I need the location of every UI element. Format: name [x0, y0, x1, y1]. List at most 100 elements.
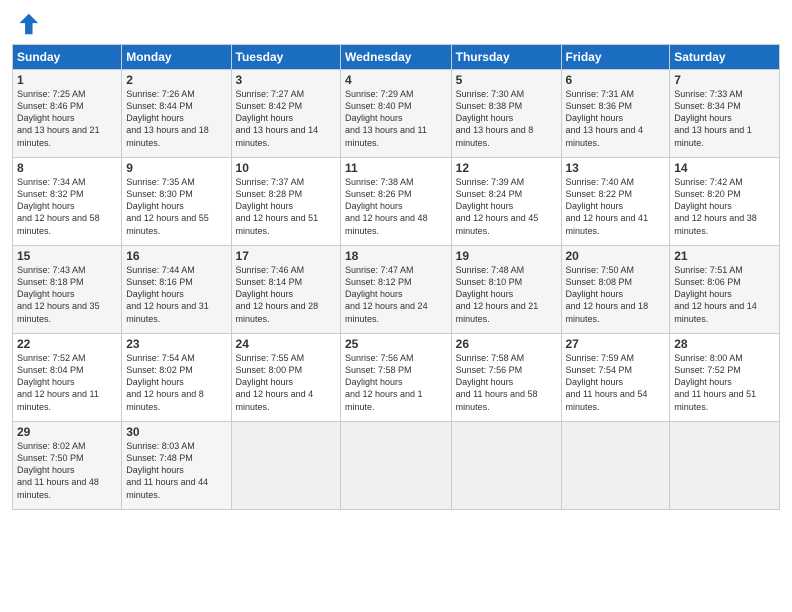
calendar-day-cell: 26 Sunrise: 7:58 AM Sunset: 7:56 PM Dayl…	[451, 334, 561, 422]
day-number: 15	[17, 249, 117, 263]
day-info: Sunrise: 7:56 AM Sunset: 7:58 PM Dayligh…	[345, 352, 447, 413]
day-info: Sunrise: 7:31 AM Sunset: 8:36 PM Dayligh…	[566, 88, 666, 149]
header	[12, 10, 780, 38]
calendar-week-row: 22 Sunrise: 7:52 AM Sunset: 8:04 PM Dayl…	[13, 334, 780, 422]
calendar-header-cell: Friday	[561, 45, 670, 70]
day-number: 5	[456, 73, 557, 87]
calendar-day-cell: 17 Sunrise: 7:46 AM Sunset: 8:14 PM Dayl…	[231, 246, 340, 334]
day-number: 18	[345, 249, 447, 263]
day-info: Sunrise: 7:33 AM Sunset: 8:34 PM Dayligh…	[674, 88, 775, 149]
day-info: Sunrise: 7:37 AM Sunset: 8:28 PM Dayligh…	[236, 176, 336, 237]
day-info: Sunrise: 7:40 AM Sunset: 8:22 PM Dayligh…	[566, 176, 666, 237]
day-info: Sunrise: 8:03 AM Sunset: 7:48 PM Dayligh…	[126, 440, 226, 501]
day-number: 16	[126, 249, 226, 263]
calendar-day-cell: 22 Sunrise: 7:52 AM Sunset: 8:04 PM Dayl…	[13, 334, 122, 422]
calendar-day-cell: 1 Sunrise: 7:25 AM Sunset: 8:46 PM Dayli…	[13, 70, 122, 158]
calendar-table: SundayMondayTuesdayWednesdayThursdayFrid…	[12, 44, 780, 510]
day-info: Sunrise: 7:44 AM Sunset: 8:16 PM Dayligh…	[126, 264, 226, 325]
day-number: 3	[236, 73, 336, 87]
calendar-day-cell: 9 Sunrise: 7:35 AM Sunset: 8:30 PM Dayli…	[122, 158, 231, 246]
calendar-day-cell: 16 Sunrise: 7:44 AM Sunset: 8:16 PM Dayl…	[122, 246, 231, 334]
calendar-header-cell: Wednesday	[341, 45, 452, 70]
calendar-week-row: 29 Sunrise: 8:02 AM Sunset: 7:50 PM Dayl…	[13, 422, 780, 510]
day-number: 28	[674, 337, 775, 351]
day-number: 10	[236, 161, 336, 175]
day-number: 20	[566, 249, 666, 263]
calendar-day-cell	[451, 422, 561, 510]
day-info: Sunrise: 7:42 AM Sunset: 8:20 PM Dayligh…	[674, 176, 775, 237]
day-number: 13	[566, 161, 666, 175]
day-number: 21	[674, 249, 775, 263]
calendar-day-cell: 2 Sunrise: 7:26 AM Sunset: 8:44 PM Dayli…	[122, 70, 231, 158]
calendar-day-cell: 27 Sunrise: 7:59 AM Sunset: 7:54 PM Dayl…	[561, 334, 670, 422]
day-info: Sunrise: 7:54 AM Sunset: 8:02 PM Dayligh…	[126, 352, 226, 413]
day-number: 23	[126, 337, 226, 351]
day-number: 17	[236, 249, 336, 263]
day-number: 6	[566, 73, 666, 87]
calendar-day-cell	[341, 422, 452, 510]
logo	[12, 10, 42, 38]
calendar-day-cell: 13 Sunrise: 7:40 AM Sunset: 8:22 PM Dayl…	[561, 158, 670, 246]
day-info: Sunrise: 7:39 AM Sunset: 8:24 PM Dayligh…	[456, 176, 557, 237]
day-number: 27	[566, 337, 666, 351]
calendar-day-cell	[670, 422, 780, 510]
day-number: 25	[345, 337, 447, 351]
calendar-day-cell: 23 Sunrise: 7:54 AM Sunset: 8:02 PM Dayl…	[122, 334, 231, 422]
day-number: 29	[17, 425, 117, 439]
calendar-day-cell: 20 Sunrise: 7:50 AM Sunset: 8:08 PM Dayl…	[561, 246, 670, 334]
day-number: 2	[126, 73, 226, 87]
calendar-day-cell: 24 Sunrise: 7:55 AM Sunset: 8:00 PM Dayl…	[231, 334, 340, 422]
calendar-day-cell	[561, 422, 670, 510]
day-number: 30	[126, 425, 226, 439]
day-number: 9	[126, 161, 226, 175]
day-info: Sunrise: 7:26 AM Sunset: 8:44 PM Dayligh…	[126, 88, 226, 149]
day-info: Sunrise: 7:46 AM Sunset: 8:14 PM Dayligh…	[236, 264, 336, 325]
day-info: Sunrise: 8:00 AM Sunset: 7:52 PM Dayligh…	[674, 352, 775, 413]
calendar-header-cell: Tuesday	[231, 45, 340, 70]
calendar-week-row: 15 Sunrise: 7:43 AM Sunset: 8:18 PM Dayl…	[13, 246, 780, 334]
day-info: Sunrise: 7:35 AM Sunset: 8:30 PM Dayligh…	[126, 176, 226, 237]
calendar-day-cell: 19 Sunrise: 7:48 AM Sunset: 8:10 PM Dayl…	[451, 246, 561, 334]
day-info: Sunrise: 7:59 AM Sunset: 7:54 PM Dayligh…	[566, 352, 666, 413]
day-number: 19	[456, 249, 557, 263]
calendar-week-row: 1 Sunrise: 7:25 AM Sunset: 8:46 PM Dayli…	[13, 70, 780, 158]
calendar-day-cell: 5 Sunrise: 7:30 AM Sunset: 8:38 PM Dayli…	[451, 70, 561, 158]
day-info: Sunrise: 8:02 AM Sunset: 7:50 PM Dayligh…	[17, 440, 117, 501]
calendar-day-cell: 8 Sunrise: 7:34 AM Sunset: 8:32 PM Dayli…	[13, 158, 122, 246]
calendar-day-cell: 25 Sunrise: 7:56 AM Sunset: 7:58 PM Dayl…	[341, 334, 452, 422]
day-info: Sunrise: 7:38 AM Sunset: 8:26 PM Dayligh…	[345, 176, 447, 237]
calendar-body: 1 Sunrise: 7:25 AM Sunset: 8:46 PM Dayli…	[13, 70, 780, 510]
day-info: Sunrise: 7:47 AM Sunset: 8:12 PM Dayligh…	[345, 264, 447, 325]
calendar-header-cell: Sunday	[13, 45, 122, 70]
calendar-day-cell: 29 Sunrise: 8:02 AM Sunset: 7:50 PM Dayl…	[13, 422, 122, 510]
calendar-day-cell: 28 Sunrise: 8:00 AM Sunset: 7:52 PM Dayl…	[670, 334, 780, 422]
day-info: Sunrise: 7:51 AM Sunset: 8:06 PM Dayligh…	[674, 264, 775, 325]
day-info: Sunrise: 7:30 AM Sunset: 8:38 PM Dayligh…	[456, 88, 557, 149]
day-info: Sunrise: 7:48 AM Sunset: 8:10 PM Dayligh…	[456, 264, 557, 325]
day-number: 14	[674, 161, 775, 175]
calendar-day-cell: 14 Sunrise: 7:42 AM Sunset: 8:20 PM Dayl…	[670, 158, 780, 246]
day-number: 24	[236, 337, 336, 351]
calendar-day-cell: 30 Sunrise: 8:03 AM Sunset: 7:48 PM Dayl…	[122, 422, 231, 510]
day-info: Sunrise: 7:58 AM Sunset: 7:56 PM Dayligh…	[456, 352, 557, 413]
logo-icon	[12, 10, 40, 38]
day-info: Sunrise: 7:43 AM Sunset: 8:18 PM Dayligh…	[17, 264, 117, 325]
calendar-header-cell: Thursday	[451, 45, 561, 70]
day-info: Sunrise: 7:50 AM Sunset: 8:08 PM Dayligh…	[566, 264, 666, 325]
day-number: 26	[456, 337, 557, 351]
calendar-header-row: SundayMondayTuesdayWednesdayThursdayFrid…	[13, 45, 780, 70]
calendar-day-cell: 15 Sunrise: 7:43 AM Sunset: 8:18 PM Dayl…	[13, 246, 122, 334]
day-info: Sunrise: 7:29 AM Sunset: 8:40 PM Dayligh…	[345, 88, 447, 149]
day-info: Sunrise: 7:25 AM Sunset: 8:46 PM Dayligh…	[17, 88, 117, 149]
day-number: 11	[345, 161, 447, 175]
calendar-day-cell: 4 Sunrise: 7:29 AM Sunset: 8:40 PM Dayli…	[341, 70, 452, 158]
calendar-day-cell: 6 Sunrise: 7:31 AM Sunset: 8:36 PM Dayli…	[561, 70, 670, 158]
day-info: Sunrise: 7:34 AM Sunset: 8:32 PM Dayligh…	[17, 176, 117, 237]
calendar-header-cell: Saturday	[670, 45, 780, 70]
day-number: 12	[456, 161, 557, 175]
calendar-header-cell: Monday	[122, 45, 231, 70]
calendar-day-cell	[231, 422, 340, 510]
day-number: 7	[674, 73, 775, 87]
calendar-day-cell: 10 Sunrise: 7:37 AM Sunset: 8:28 PM Dayl…	[231, 158, 340, 246]
calendar-day-cell: 21 Sunrise: 7:51 AM Sunset: 8:06 PM Dayl…	[670, 246, 780, 334]
